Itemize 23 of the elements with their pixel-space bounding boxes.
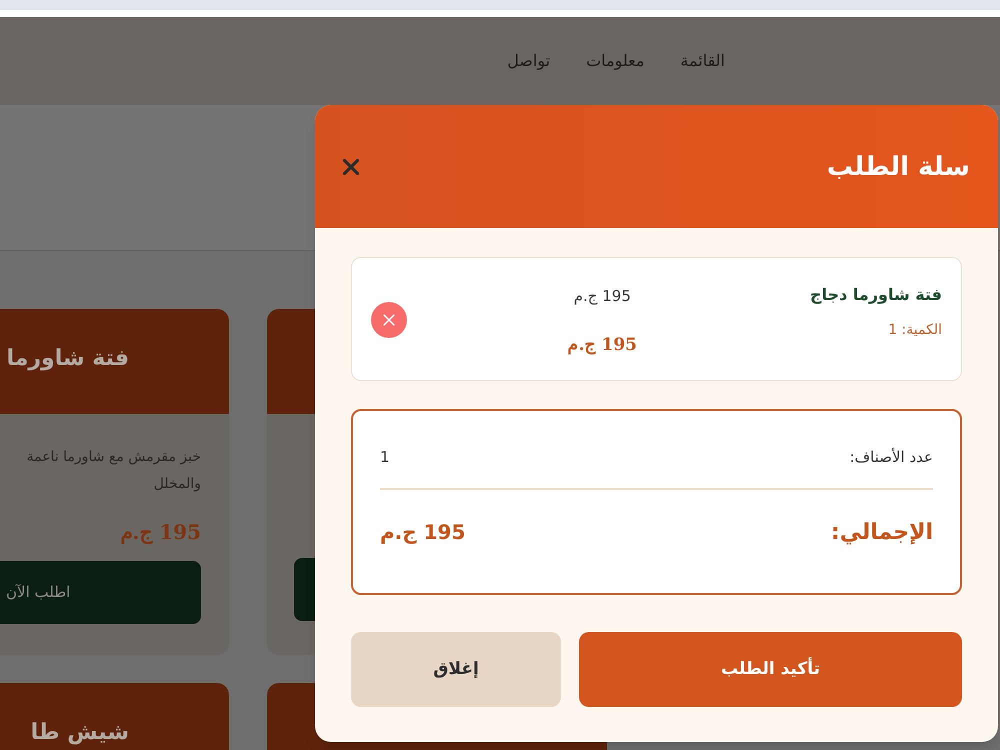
close-dialog-button[interactable]: إغلاق xyxy=(351,632,561,707)
nav-link[interactable]: القائمة xyxy=(680,49,725,73)
item-count: 1 xyxy=(380,446,390,468)
total-label: الإجمالي: xyxy=(830,518,933,546)
order-now-button[interactable]: اطلب الآن xyxy=(0,561,201,624)
close-icon xyxy=(343,158,359,174)
dialog-title: سلة الطلب xyxy=(826,150,970,184)
unit-price: 195 ج.م xyxy=(574,286,631,307)
card-title: شيش طا xyxy=(30,719,129,747)
item-name: فتة شاورما دجاج xyxy=(810,284,942,306)
nav-link[interactable]: معلومات xyxy=(586,49,644,73)
card-price: 195 ج.م xyxy=(120,519,201,546)
close-button[interactable] xyxy=(343,158,359,174)
close-icon xyxy=(383,314,395,326)
nav-link[interactable]: تواصل xyxy=(507,49,550,73)
remove-item-button[interactable] xyxy=(371,302,407,338)
confirm-order-button[interactable]: تأكيد الطلب xyxy=(579,632,962,707)
card-title: فتة شاورما xyxy=(6,345,129,373)
item-quantity: الكمية: 1 xyxy=(888,321,942,340)
line-total: 195 ج.م xyxy=(568,334,637,357)
item-count-label: عدد الأصناف: xyxy=(850,446,933,468)
total-amount: 195 ج.م xyxy=(380,519,466,546)
card-description: خبز مقرمش مع شاورما ناعمة والمخلل xyxy=(26,448,201,494)
